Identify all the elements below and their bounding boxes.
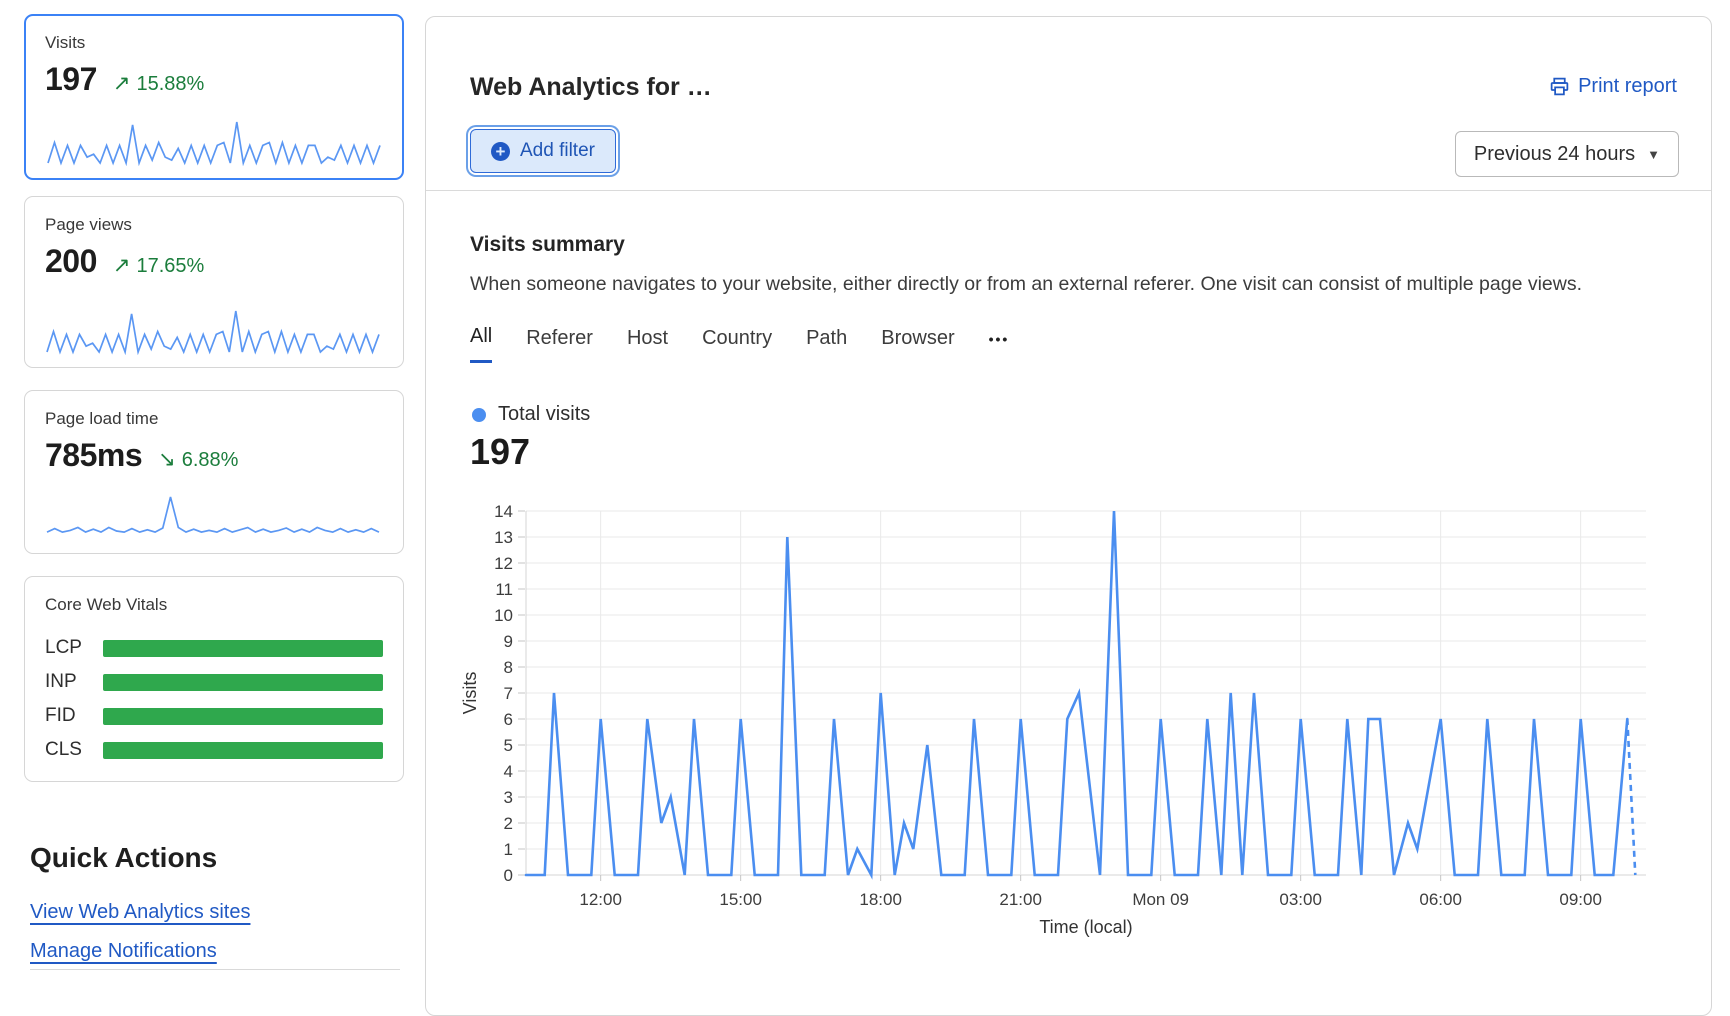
svg-text:2: 2 bbox=[504, 814, 513, 833]
metric-card-value: 785ms bbox=[45, 437, 142, 474]
tab-path[interactable]: Path bbox=[806, 327, 847, 362]
cwv-bar-good bbox=[103, 674, 383, 691]
cwv-row-fid: FID bbox=[45, 705, 383, 727]
cwv-bar-good bbox=[103, 640, 383, 657]
core-web-vitals-title: Core Web Vitals bbox=[45, 595, 383, 615]
trend-up-icon: ↗ bbox=[113, 72, 131, 95]
tab-host[interactable]: Host bbox=[627, 327, 668, 362]
metric-card-label: Page views bbox=[45, 215, 383, 235]
visits-summary-description: When someone navigates to your website, … bbox=[470, 273, 1620, 296]
chart-legend: Total visits bbox=[472, 403, 590, 426]
visits-line-chart: 0123456789101112131412:0015:0018:0021:00… bbox=[460, 495, 1680, 995]
legend-label: Total visits bbox=[498, 403, 590, 426]
plus-icon: + bbox=[491, 142, 510, 161]
cwv-bar-good bbox=[103, 708, 383, 725]
printer-icon bbox=[1549, 76, 1570, 97]
tab-browser[interactable]: Browser bbox=[881, 327, 954, 362]
trend-pct: 15.88% bbox=[137, 73, 205, 95]
trend-pct: 17.65% bbox=[137, 255, 205, 277]
metric-card-page-load-time[interactable]: Page load time 785ms ↘ 6.88% bbox=[24, 390, 404, 554]
sidebar: Visits 197 ↗ 15.88% Page views 200 ↗ 17.65… bbox=[24, 0, 404, 988]
metric-trend: ↘ 6.88% bbox=[158, 447, 238, 472]
more-tabs-button[interactable]: ••• bbox=[989, 331, 1010, 357]
metric-card-value: 197 bbox=[45, 61, 97, 98]
visits-summary-title: Visits summary bbox=[470, 233, 625, 257]
time-range-dropdown[interactable]: Previous 24 hours ▼ bbox=[1455, 131, 1679, 177]
add-filter-button[interactable]: + Add filter bbox=[470, 129, 616, 173]
print-report-label: Print report bbox=[1578, 75, 1677, 98]
summary-tabs: All Referer Host Country Path Browser ••… bbox=[470, 325, 1009, 363]
trend-up-icon: ↗ bbox=[113, 254, 131, 277]
cwv-row-inp: INP bbox=[45, 671, 383, 693]
svg-text:Mon 09: Mon 09 bbox=[1132, 890, 1189, 909]
svg-text:9: 9 bbox=[504, 632, 513, 651]
svg-text:7: 7 bbox=[504, 684, 513, 703]
svg-text:09:00: 09:00 bbox=[1559, 890, 1602, 909]
svg-text:18:00: 18:00 bbox=[859, 890, 902, 909]
svg-text:5: 5 bbox=[504, 736, 513, 755]
metric-card-label: Page load time bbox=[45, 409, 383, 429]
visits-sparkline bbox=[46, 118, 382, 166]
svg-text:6: 6 bbox=[504, 710, 513, 729]
print-report-link[interactable]: Print report bbox=[1549, 75, 1677, 98]
svg-text:Visits: Visits bbox=[460, 672, 480, 715]
tab-referer[interactable]: Referer bbox=[526, 327, 593, 362]
cwv-metric-label: INP bbox=[45, 671, 103, 693]
svg-text:Time (local): Time (local) bbox=[1039, 917, 1132, 937]
svg-text:11: 11 bbox=[495, 580, 513, 599]
main-panel: Web Analytics for … Print report + Add f… bbox=[425, 16, 1712, 1016]
page-title: Web Analytics for … bbox=[470, 73, 712, 102]
tab-country[interactable]: Country bbox=[702, 327, 772, 362]
cwv-metric-label: FID bbox=[45, 705, 103, 727]
cwv-metric-label: LCP bbox=[45, 637, 103, 659]
svg-text:03:00: 03:00 bbox=[1279, 890, 1322, 909]
svg-text:4: 4 bbox=[504, 762, 513, 781]
cwv-row-cls: CLS bbox=[45, 739, 383, 761]
tab-all[interactable]: All bbox=[470, 325, 492, 363]
metric-card-label: Visits bbox=[45, 33, 383, 53]
svg-text:15:00: 15:00 bbox=[719, 890, 762, 909]
cwv-row-lcp: LCP bbox=[45, 637, 383, 659]
time-range-value: Previous 24 hours bbox=[1474, 143, 1635, 166]
svg-text:06:00: 06:00 bbox=[1419, 890, 1462, 909]
legend-dot-icon bbox=[472, 408, 486, 422]
trend-down-icon: ↘ bbox=[158, 448, 176, 471]
chevron-down-icon: ▼ bbox=[1647, 147, 1660, 162]
metric-trend: ↗ 15.88% bbox=[113, 71, 204, 96]
metric-trend: ↗ 17.65% bbox=[113, 253, 204, 278]
svg-text:10: 10 bbox=[494, 606, 513, 625]
core-web-vitals-card: Core Web Vitals LCP INP FID CLS bbox=[24, 576, 404, 782]
svg-text:12:00: 12:00 bbox=[579, 890, 622, 909]
metric-card-value: 200 bbox=[45, 243, 97, 280]
metric-card-page-views[interactable]: Page views 200 ↗ 17.65% bbox=[24, 196, 404, 368]
svg-text:21:00: 21:00 bbox=[999, 890, 1042, 909]
quick-actions-title: Quick Actions bbox=[30, 842, 217, 874]
header-divider bbox=[426, 190, 1711, 191]
svg-text:13: 13 bbox=[494, 528, 513, 547]
cwv-metric-label: CLS bbox=[45, 739, 103, 761]
sidebar-divider bbox=[30, 969, 400, 970]
visits-chart: 0123456789101112131412:0015:0018:0021:00… bbox=[460, 495, 1680, 995]
svg-text:3: 3 bbox=[504, 788, 513, 807]
page-views-sparkline bbox=[45, 307, 381, 355]
cwv-bar-good bbox=[103, 742, 383, 759]
svg-text:14: 14 bbox=[494, 502, 513, 521]
page-load-time-sparkline bbox=[45, 493, 381, 541]
svg-text:8: 8 bbox=[504, 658, 513, 677]
add-filter-label: Add filter bbox=[520, 140, 595, 162]
metric-card-visits[interactable]: Visits 197 ↗ 15.88% bbox=[24, 14, 404, 180]
manage-notifications-link[interactable]: Manage Notifications bbox=[30, 940, 217, 963]
svg-text:0: 0 bbox=[504, 866, 513, 885]
total-visits-value: 197 bbox=[470, 431, 530, 473]
trend-pct: 6.88% bbox=[182, 449, 239, 471]
view-web-analytics-sites-link[interactable]: View Web Analytics sites bbox=[30, 901, 250, 924]
svg-text:1: 1 bbox=[504, 840, 513, 859]
svg-text:12: 12 bbox=[494, 554, 513, 573]
